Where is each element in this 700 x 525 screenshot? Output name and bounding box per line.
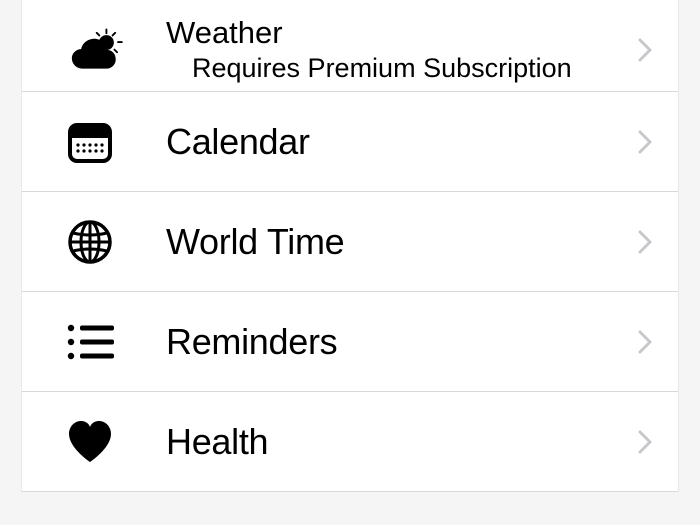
- chevron-right-icon: [636, 35, 654, 65]
- label-wrap: Calendar: [166, 121, 636, 163]
- item-title: Weather: [166, 15, 636, 51]
- weather-icon: [70, 22, 126, 78]
- list-icon: [62, 314, 118, 370]
- list-item-world-time[interactable]: World Time: [22, 192, 678, 292]
- label-wrap: Weather Requires Premium Subscription: [166, 15, 636, 84]
- list-item-weather[interactable]: Weather Requires Premium Subscription: [22, 0, 678, 92]
- list-item-calendar[interactable]: Calendar: [22, 92, 678, 192]
- list-item-health[interactable]: Health: [22, 392, 678, 492]
- heart-icon: [62, 414, 118, 470]
- item-title: Calendar: [166, 121, 636, 163]
- list-item-reminders[interactable]: Reminders: [22, 292, 678, 392]
- chevron-right-icon: [636, 127, 654, 157]
- chevron-right-icon: [636, 327, 654, 357]
- chevron-right-icon: [636, 427, 654, 457]
- label-wrap: World Time: [166, 221, 636, 263]
- chevron-right-icon: [636, 227, 654, 257]
- item-subtitle: Requires Premium Subscription: [166, 53, 636, 84]
- globe-icon: [62, 214, 118, 270]
- label-wrap: Health: [166, 421, 636, 463]
- item-title: World Time: [166, 221, 636, 263]
- calendar-icon: [62, 114, 118, 170]
- item-title: Reminders: [166, 321, 636, 363]
- item-title: Health: [166, 421, 636, 463]
- settings-list: Weather Requires Premium Subscription Ca…: [21, 0, 679, 492]
- label-wrap: Reminders: [166, 321, 636, 363]
